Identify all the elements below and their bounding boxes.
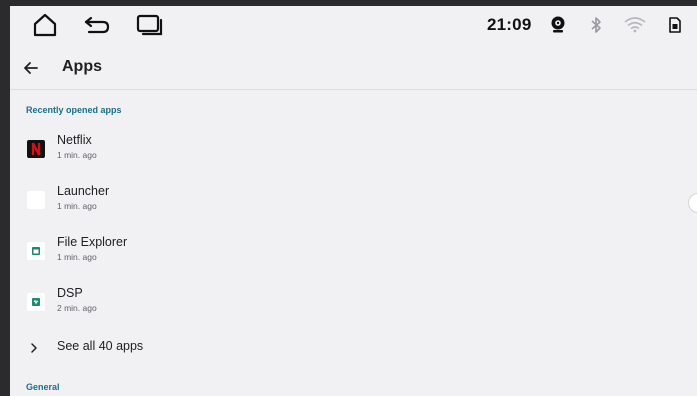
app-time: 2 min. ago — [57, 303, 97, 313]
status-clock: 21:09 — [487, 15, 532, 34]
app-row-dsp[interactable]: DSP 2 min. ago — [10, 281, 697, 327]
app-name: Launcher — [57, 184, 110, 198]
launcher-icon — [27, 191, 45, 209]
wifi-icon — [624, 17, 646, 38]
status-bar: 21:09 — [10, 6, 697, 46]
recent-apps-icon[interactable] — [136, 14, 164, 41]
app-row-netflix[interactable]: Netflix 1 min. ago — [10, 128, 697, 174]
sim-card-icon — [668, 16, 682, 39]
dsp-icon — [27, 293, 45, 311]
bluetooth-icon — [590, 16, 602, 39]
arrow-left-icon[interactable] — [20, 58, 42, 78]
app-row-file-explorer[interactable]: File Explorer 1 min. ago — [10, 230, 697, 276]
see-all-apps-button[interactable]: See all 40 apps — [10, 334, 697, 360]
app-time: 1 min. ago — [57, 201, 97, 211]
camera-icon — [550, 16, 566, 39]
section-header-general: General — [26, 382, 60, 392]
home-icon[interactable] — [32, 13, 58, 42]
see-all-label: See all 40 apps — [57, 339, 144, 353]
section-header-recent: Recently opened apps — [26, 105, 122, 115]
app-name: File Explorer — [57, 235, 128, 249]
app-name: DSP — [57, 286, 83, 300]
page-title: Apps — [62, 58, 102, 75]
app-bar: Apps — [10, 46, 697, 90]
app-time: 1 min. ago — [57, 150, 97, 160]
netflix-icon — [27, 140, 45, 158]
back-arrow-icon[interactable] — [83, 15, 111, 40]
device-screen: 21:09 Apps Recently opened apps Netflix … — [10, 6, 697, 396]
chevron-right-icon — [30, 341, 38, 359]
app-name: Netflix — [57, 133, 92, 147]
file-explorer-icon — [27, 242, 45, 260]
app-row-launcher[interactable]: Launcher 1 min. ago — [10, 179, 697, 225]
app-time: 1 min. ago — [57, 252, 97, 262]
